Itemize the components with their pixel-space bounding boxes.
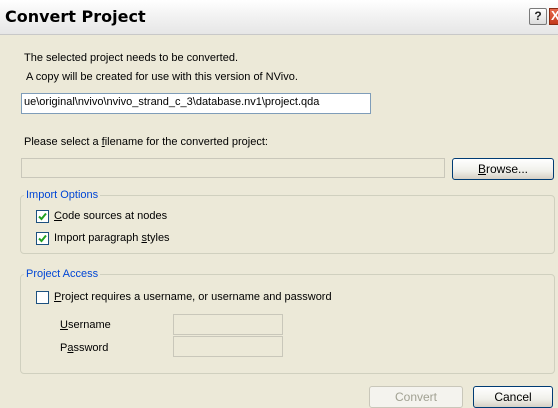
- browse-button[interactable]: Browse...: [452, 158, 554, 180]
- help-icon: ?: [534, 9, 542, 23]
- paragraph-styles-label[interactable]: Import paragraph styles: [54, 232, 170, 244]
- import-options-legend: Import Options: [24, 189, 101, 201]
- password-label: Password: [60, 342, 109, 354]
- title-bar: Convert Project ? X: [0, 0, 558, 35]
- requires-credentials-checkbox[interactable]: [36, 291, 49, 304]
- help-button[interactable]: ?: [529, 8, 547, 25]
- filename-input[interactable]: [21, 158, 445, 178]
- paragraph-styles-checkbox[interactable]: [36, 232, 49, 245]
- password-input[interactable]: [173, 336, 283, 357]
- checkmark-icon: [38, 234, 47, 243]
- project-access-legend: Project Access: [24, 268, 101, 280]
- code-sources-checkbox[interactable]: [36, 210, 49, 223]
- intro-line-1: The selected project needs to be convert…: [24, 52, 239, 64]
- username-label: Username: [60, 319, 111, 331]
- source-path-text: ue\original\nvivo\nvivo_strand_c_3\datab…: [24, 96, 320, 108]
- source-path-field: ue\original\nvivo\nvivo_strand_c_3\datab…: [21, 93, 371, 114]
- close-icon: X: [551, 9, 558, 23]
- username-input[interactable]: [173, 314, 283, 335]
- import-options-group: [20, 195, 555, 254]
- filename-prompt-label: Please select a filename for the convert…: [24, 136, 268, 148]
- code-sources-label[interactable]: Code sources at nodes: [54, 210, 167, 222]
- window-title: Convert Project: [5, 7, 146, 26]
- intro-line-2: A copy will be created for use with this…: [26, 71, 298, 83]
- requires-credentials-label[interactable]: Project requires a username, or username…: [54, 291, 332, 303]
- close-button[interactable]: X: [549, 8, 558, 25]
- checkmark-icon: [38, 212, 47, 221]
